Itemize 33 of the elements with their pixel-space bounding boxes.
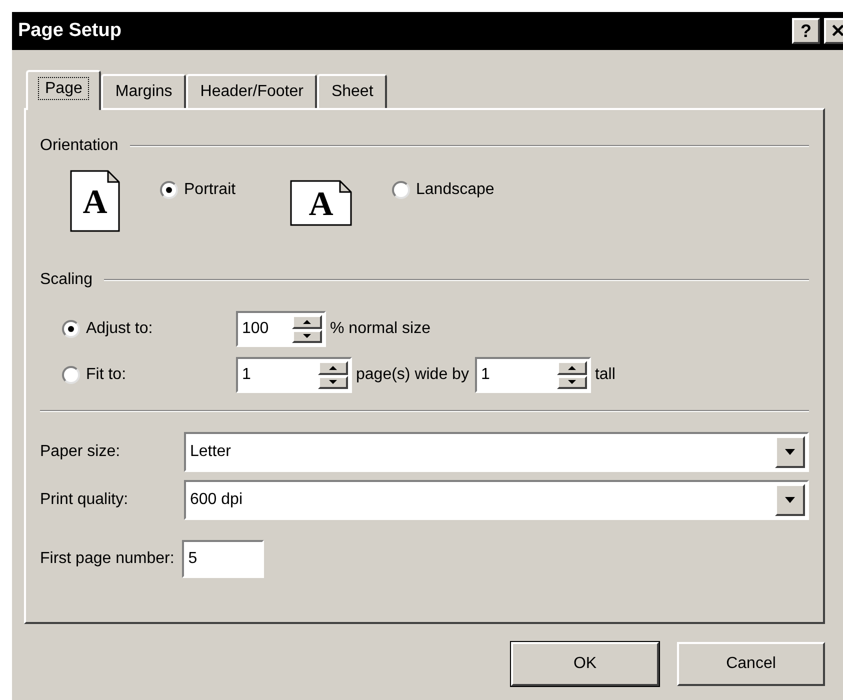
radio-label: Fit to: <box>86 365 126 385</box>
help-button[interactable]: ? <box>792 18 820 44</box>
cancel-button[interactable]: Cancel <box>677 642 825 686</box>
ok-button[interactable]: OK <box>511 642 659 686</box>
tab[interactable]: Header/Footer <box>186 74 318 108</box>
spinner-arrows-icon[interactable] <box>292 315 322 343</box>
field-label: First page number: <box>40 549 174 569</box>
radio-label: Landscape <box>416 180 494 200</box>
radio-button[interactable] <box>62 366 80 384</box>
spinner-arrows-icon[interactable] <box>318 361 348 389</box>
field-suffix: tall <box>594 365 616 385</box>
tab[interactable]: Sheet <box>317 74 388 108</box>
number-field[interactable]: 1 <box>474 357 591 393</box>
number-field[interactable]: 1 <box>236 357 352 393</box>
group-heading: Orientation <box>40 136 118 156</box>
number-field[interactable]: 100 <box>236 311 326 347</box>
tab[interactable]: Page <box>26 70 102 110</box>
input-field[interactable]: 5 <box>182 540 264 578</box>
window-title: Page Setup <box>18 18 122 43</box>
radio-label: Adjust to: <box>86 319 153 339</box>
field-label: Print quality: <box>40 490 130 510</box>
dropdown[interactable]: Letter <box>184 432 809 472</box>
dropdown[interactable]: 600 dpi <box>184 480 809 520</box>
radio-button[interactable] <box>160 181 178 199</box>
field-label: Paper size: <box>40 442 122 462</box>
radio-button[interactable] <box>392 181 410 199</box>
group-heading: Scaling <box>40 270 92 290</box>
field-suffix: page(s) wide by <box>356 365 469 385</box>
radio-button[interactable] <box>62 320 80 338</box>
radio-label: Portrait <box>184 180 236 200</box>
field-suffix: % normal size <box>330 319 430 339</box>
spinner-arrows-icon[interactable] <box>556 361 587 389</box>
tab[interactable]: Margins <box>101 74 186 108</box>
